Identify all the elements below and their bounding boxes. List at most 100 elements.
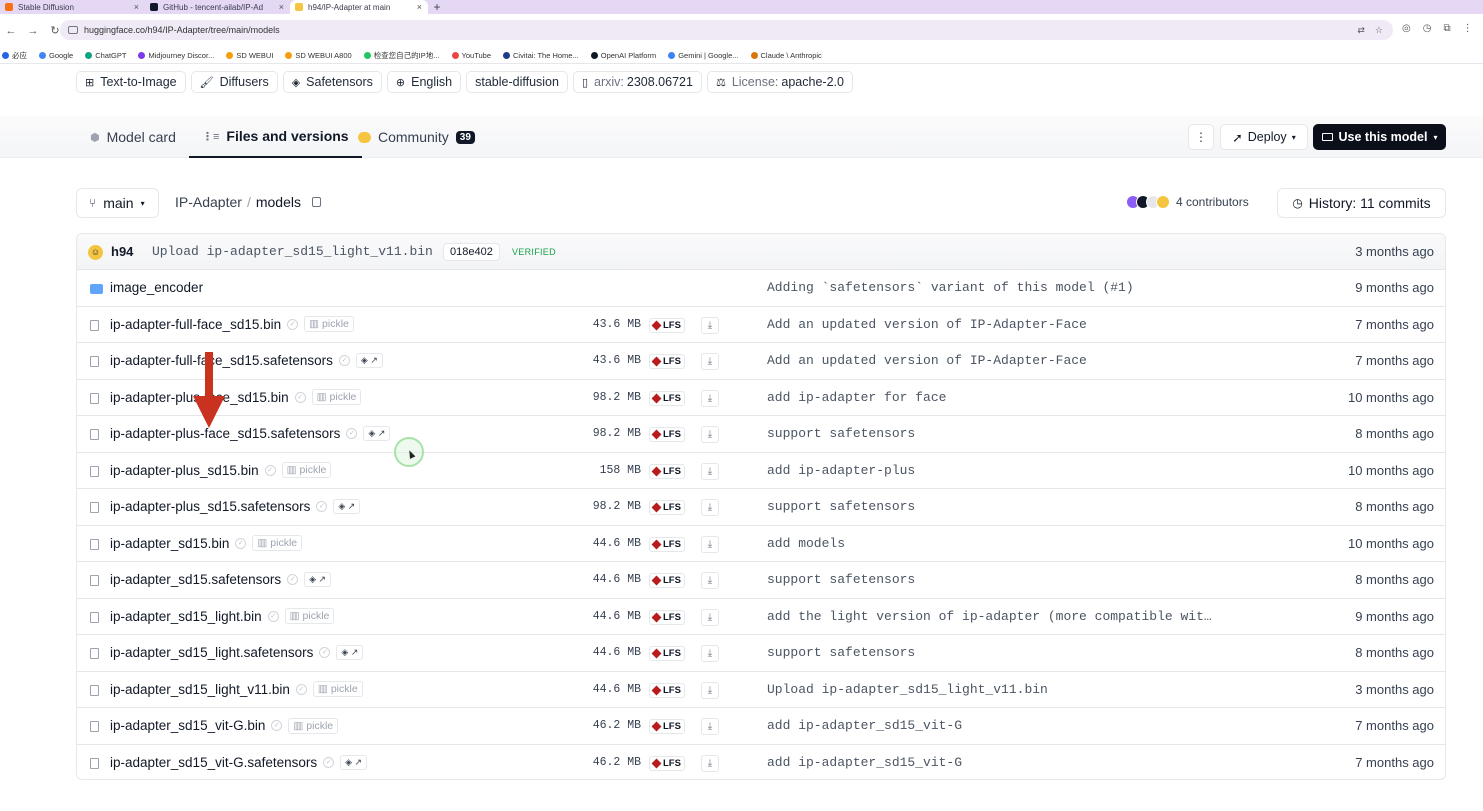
browser-tab[interactable]: GitHub - tencent-ailab/IP-Ad × — [145, 0, 290, 14]
address-bar[interactable]: huggingface.co/h94/IP-Adapter/tree/main/… — [60, 20, 1393, 40]
new-tab-icon[interactable]: + — [428, 0, 446, 14]
file-commit-message[interactable]: Adding `safetensors` variant of this mod… — [767, 280, 1134, 295]
commit-hash[interactable]: 018e402 — [443, 243, 500, 261]
back-icon[interactable]: ← — [0, 25, 22, 37]
download-icon[interactable]: ⤓ — [701, 499, 719, 516]
pickle-badge[interactable]: ▥ pickle — [281, 462, 332, 479]
download-icon[interactable]: ⤓ — [701, 754, 719, 772]
bookmark-item[interactable]: OpenAI Platform — [590, 51, 656, 60]
file-name[interactable]: ip-adapter-plus-face_sd15.safetensors — [110, 426, 340, 441]
file-name[interactable]: ip-adapter_sd15.bin — [110, 536, 229, 551]
bookmark-item[interactable]: Claude \ Anthropic — [750, 51, 822, 60]
file-name[interactable]: ip-adapter_sd15.safetensors — [110, 572, 281, 587]
breadcrumb-root[interactable]: IP-Adapter — [175, 194, 242, 210]
bookmark-item[interactable]: 必应 — [2, 50, 27, 61]
file-name[interactable]: ip-adapter-plus_sd15.safetensors — [110, 499, 310, 514]
menu-icon[interactable]: ⋮ — [1463, 23, 1473, 34]
tag-apache-2-0[interactable]: ⚖ License: apache-2.0 — [706, 71, 853, 93]
file-commit-message[interactable]: add the light version of ip-adapter (mor… — [767, 609, 1212, 624]
safetensors-badge[interactable]: ◈ ↗ — [304, 572, 332, 588]
safetensors-badge[interactable]: ◈ ↗ — [363, 426, 391, 442]
file-commit-message[interactable]: Add an updated version of IP-Adapter-Fac… — [767, 317, 1087, 332]
download-icon[interactable]: ⤓ — [701, 426, 719, 443]
file-row[interactable]: ip-adapter_sd15.safetensors ✓ ◈ ↗ 44.6 MB LF… — [77, 562, 1445, 599]
tab-community[interactable]: Community 39 — [358, 116, 475, 158]
history-button[interactable]: ◷ History: 11 commits — [1277, 188, 1446, 218]
bookmark-item[interactable]: Civitai: The Home... — [503, 51, 579, 60]
tab-files-and-versions[interactable]: ⋮≡ Files and versions — [189, 116, 362, 158]
bookmark-item[interactable]: ChatGPT — [85, 51, 126, 60]
file-commit-message[interactable]: support safetensors — [767, 499, 915, 514]
download-icon[interactable]: ⤓ — [701, 681, 719, 699]
file-row[interactable]: ip-adapter_sd15_light.bin ✓ ▥ pickle 44.6 MB… — [77, 599, 1445, 635]
pickle-badge[interactable]: ▥ pickle — [304, 316, 354, 333]
file-name[interactable]: ip-adapter_sd15_vit-G.safetensors — [110, 755, 317, 770]
download-icon[interactable]: ⤓ — [701, 718, 719, 735]
file-row[interactable]: ip-adapter-full-face_sd15.bin ✓ ▥ pickle 43.… — [77, 307, 1445, 343]
bookmark-item[interactable]: 检查您自己的IP地... — [363, 50, 440, 61]
file-commit-message[interactable]: add ip-adapter-plus — [767, 463, 915, 478]
file-row[interactable]: ip-adapter-plus-face_sd15.safetensors ✓ ◈ … — [77, 416, 1445, 453]
use-this-model-button[interactable]: Use this model ▾ — [1313, 124, 1446, 150]
pickle-badge[interactable]: ▥ pickle — [312, 681, 363, 698]
file-row[interactable]: ip-adapter_sd15_vit-G.safetensors ✓ ◈ ↗ 46.… — [77, 745, 1445, 780]
file-commit-message[interactable]: Add an updated version of IP-Adapter-Fac… — [767, 353, 1087, 368]
file-name[interactable]: image_encoder — [110, 280, 203, 295]
site-info-icon[interactable] — [68, 26, 78, 34]
commit-author[interactable]: h94 — [111, 244, 133, 259]
download-icon[interactable]: ⤓ — [701, 608, 719, 626]
tag-safetensors[interactable]: ◈ Safetensors — [282, 71, 382, 93]
file-commit-message[interactable]: add ip-adapter for face — [767, 390, 946, 405]
file-name[interactable]: ip-adapter_sd15_light.bin — [110, 609, 262, 624]
browser-tab[interactable]: h94/IP-Adapter at main × — [290, 0, 428, 14]
tag-stable-diffusion[interactable]: stable-diffusion — [466, 71, 568, 93]
forward-icon[interactable]: → — [22, 25, 44, 37]
file-row[interactable]: ip-adapter_sd15_light.safetensors ✓ ◈ ↗ 44.… — [77, 635, 1445, 672]
branch-selector[interactable]: ⑂ main ▾ — [76, 188, 159, 218]
tag-2308-06721[interactable]: ▯ arxiv: 2308.06721 — [572, 71, 702, 93]
browser-tab[interactable]: Stable Diffusion × — [0, 0, 145, 14]
safetensors-badge[interactable]: ◈ ↗ — [333, 499, 361, 515]
contributors[interactable]: 4 contributors — [1126, 195, 1249, 209]
file-name[interactable]: ip-adapter_sd15_vit-G.bin — [110, 718, 265, 733]
file-name[interactable]: ip-adapter_sd15_light_v11.bin — [110, 682, 290, 697]
history-icon[interactable]: ◷ — [1423, 23, 1432, 34]
pickle-badge[interactable]: ▥ pickle — [288, 717, 339, 734]
more-options-button[interactable]: ⋮ — [1188, 124, 1214, 150]
file-commit-message[interactable]: support safetensors — [767, 426, 915, 441]
download-icon[interactable]: ⤓ — [701, 353, 719, 370]
bookmark-item[interactable]: Midjourney Discor... — [138, 51, 214, 60]
file-name[interactable]: ip-adapter-plus_sd15.bin — [110, 463, 259, 478]
pickle-badge[interactable]: ▥ pickle — [311, 389, 362, 406]
bookmark-item[interactable]: Gemini | Google... — [668, 51, 739, 60]
tag-text-to-image[interactable]: ⊞ Text-to-Image — [76, 71, 186, 93]
file-row[interactable]: ip-adapter-full-face_sd15.safetensors ✓ ◈ … — [77, 343, 1445, 380]
translate-icon[interactable]: ⇄ — [1357, 25, 1365, 36]
file-row[interactable]: ip-adapter_sd15_light_v11.bin ✓ ▥ pickle 44.… — [77, 672, 1445, 708]
bookmark-item[interactable]: Google — [39, 51, 73, 60]
file-row[interactable]: ip-adapter-plus-face_sd15.bin✓▥pickle98.… — [77, 380, 1445, 416]
author-avatar[interactable]: ☺ — [88, 245, 103, 260]
file-commit-message[interactable]: Upload ip-adapter_sd15_light_v11.bin — [767, 682, 1048, 697]
bookmark-item[interactable]: SD WEBUI — [226, 51, 273, 60]
file-commit-message[interactable]: add ip-adapter_sd15_vit-G — [767, 718, 962, 733]
safetensors-badge[interactable]: ◈ ↗ — [355, 353, 383, 369]
copy-icon[interactable] — [311, 197, 321, 207]
file-name[interactable]: ip-adapter-full-face_sd15.bin — [110, 317, 281, 332]
pickle-badge[interactable]: ▥ pickle — [252, 535, 303, 552]
commit-message[interactable]: Upload ip-adapter_sd15_light_v11.bin — [152, 244, 433, 259]
download-icon[interactable]: ⤓ — [701, 535, 719, 553]
tag-diffusers[interactable]: 🖌 Diffusers — [190, 71, 278, 93]
deploy-button[interactable]: ➚ Deploy ▾ — [1220, 124, 1308, 150]
file-commit-message[interactable]: add models — [767, 536, 845, 551]
bookmark-item[interactable]: SD WEBUI A800 — [285, 51, 352, 60]
close-icon[interactable]: × — [411, 2, 422, 12]
file-row[interactable]: ip-adapter-plus_sd15.safetensors ✓ ◈ ↗ 98.2… — [77, 489, 1445, 526]
tag-english[interactable]: ⊕ English — [386, 71, 462, 93]
download-icon[interactable]: ⤓ — [701, 389, 719, 407]
file-row[interactable]: ip-adapter_sd15_vit-G.bin ✓ ▥ pickle 46.2 MB… — [77, 708, 1445, 745]
extension-icon[interactable]: ◎ — [1402, 23, 1411, 34]
close-icon[interactable]: × — [128, 2, 139, 12]
bookmark-item[interactable]: YouTube — [451, 51, 491, 60]
file-row[interactable]: image_encoder Adding `safetensors` varian… — [77, 270, 1445, 307]
